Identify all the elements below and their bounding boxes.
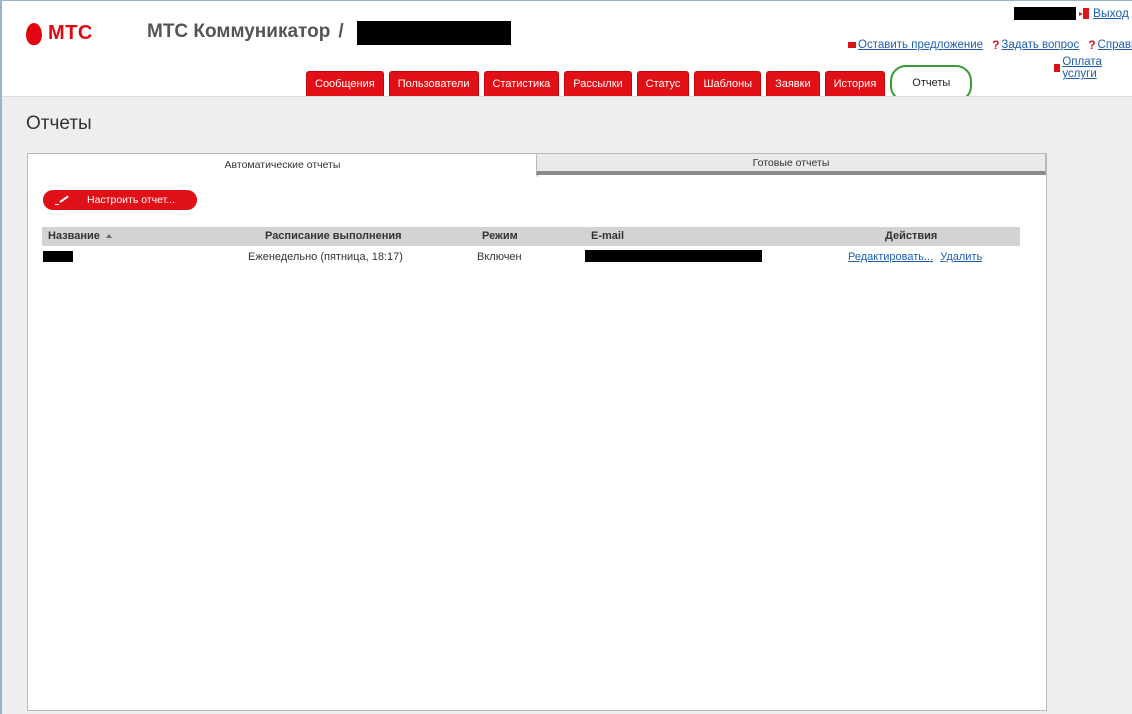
- column-mode-header: Режим: [482, 230, 518, 242]
- exit-label[interactable]: Выход: [1093, 6, 1129, 20]
- pencil-icon: [55, 195, 71, 205]
- exit-link[interactable]: Выход: [1079, 6, 1129, 20]
- column-name-label: Название: [48, 230, 100, 242]
- column-schedule-header: Расписание выполнения: [265, 230, 402, 242]
- sort-ascending-icon: [105, 234, 112, 239]
- page-title: Отчеты: [26, 113, 92, 134]
- column-email-header: E-mail: [591, 230, 625, 242]
- reports-table: Название Расписание выполнения Режим E-m…: [42, 227, 1020, 268]
- configure-report-label: Настроить отчет...: [87, 194, 175, 206]
- email-cell: [585, 246, 762, 268]
- column-name-header[interactable]: Название: [48, 227, 112, 246]
- top-links: Оставить предложение ? Задать вопрос ? С…: [848, 38, 1132, 52]
- tab-messages[interactable]: Сообщения: [306, 71, 384, 96]
- help-link[interactable]: ? Справка: [1088, 38, 1132, 52]
- tab-statistics[interactable]: Статистика: [483, 71, 560, 96]
- ask-question-label[interactable]: Задать вопрос: [1001, 39, 1079, 51]
- mode-cell: Включен: [477, 251, 522, 263]
- pay-label[interactable]: Оплата услуги: [1062, 56, 1132, 80]
- mts-logo[interactable]: МТС: [26, 22, 93, 45]
- tab-mailings[interactable]: Рассылки: [564, 71, 632, 96]
- reports-panel: Автоматические отчеты Готовые отчеты Нас…: [27, 153, 1047, 711]
- title-separator: /: [338, 21, 344, 42]
- configure-report-button[interactable]: Настроить отчет...: [43, 190, 197, 210]
- tab-requests[interactable]: Заявки: [766, 71, 820, 96]
- suggest-link[interactable]: Оставить предложение: [848, 39, 983, 51]
- suggest-label[interactable]: Оставить предложение: [858, 39, 983, 51]
- header: МТС МТС Коммуникатор / Выход Оставить пр…: [2, 1, 1132, 102]
- edit-link[interactable]: Редактировать...: [848, 251, 933, 263]
- envelope-icon: [848, 42, 856, 48]
- email-redacted: [585, 250, 762, 263]
- pay-link[interactable]: Оплата услуги: [1054, 56, 1132, 80]
- delete-link[interactable]: Удалить: [940, 251, 982, 263]
- exit-icon: [1079, 7, 1089, 19]
- tab-ready-reports[interactable]: Готовые отчеты: [536, 153, 1046, 175]
- browser-frame: МТС МТС Коммуникатор / Выход Оставить пр…: [0, 0, 1132, 714]
- help-question-icon: ?: [1088, 38, 1096, 52]
- logo-text: МТС: [48, 22, 93, 44]
- question-icon: ?: [992, 38, 1000, 52]
- payment-icon: [1054, 64, 1061, 72]
- ask-question-link[interactable]: ? Задать вопрос: [992, 38, 1079, 52]
- tab-history[interactable]: История: [824, 71, 886, 96]
- mts-egg-icon: [26, 22, 42, 45]
- actions-cell: Редактировать... Удалить: [848, 246, 986, 268]
- tab-templates[interactable]: Шаблоны: [694, 71, 762, 96]
- table-row: Еженедельно (пятница, 18:17) Включен Ред…: [42, 246, 1020, 268]
- report-name-cell: [43, 246, 73, 268]
- app-title: МТС Коммуникатор /: [147, 21, 344, 43]
- tab-status[interactable]: Статус: [636, 71, 690, 96]
- tab-automatic-reports[interactable]: Автоматические отчеты: [27, 153, 538, 177]
- help-label[interactable]: Справка: [1098, 39, 1132, 51]
- report-name-redacted: [43, 250, 73, 262]
- table-header: Название Расписание выполнения Режим E-m…: [42, 227, 1020, 246]
- username-redacted: [1014, 7, 1076, 20]
- app-title-text: МТС Коммуникатор: [147, 21, 331, 42]
- main-nav-tabs: Сообщения Пользователи Статистика Рассыл…: [306, 65, 977, 102]
- schedule-cell: Еженедельно (пятница, 18:17): [248, 251, 403, 263]
- tab-users[interactable]: Пользователи: [388, 71, 479, 96]
- account-name-redacted: [357, 21, 511, 45]
- column-actions-header: Действия: [885, 230, 938, 242]
